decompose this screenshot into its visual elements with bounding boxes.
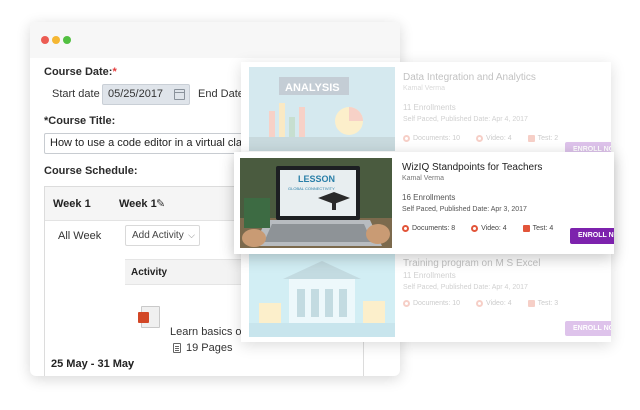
course-stats: Documents: 10 Video: 4 Test: 3 xyxy=(403,300,572,307)
course-card[interactable]: ANALYSIS Data Integration and Analytics … xyxy=(241,62,611,157)
course-stats: Documents: 10 Video: 4 Test: 2 xyxy=(403,135,572,142)
add-activity-dropdown[interactable]: Add Activity ⌵ xyxy=(125,225,200,246)
documents-icon xyxy=(403,135,410,142)
video-icon xyxy=(476,300,484,307)
video-stat: Video: 4 xyxy=(476,135,512,142)
documents-stat: Documents: 10 xyxy=(403,135,460,142)
minimize-dot-icon[interactable] xyxy=(52,36,60,44)
video-stat: Video: 4 xyxy=(476,300,512,307)
video-stat: Video: 4 xyxy=(471,225,507,232)
calendar-icon[interactable] xyxy=(174,89,185,100)
add-activity-label: Add Activity xyxy=(132,230,184,241)
course-published: Self Paced, Published Date: Apr 4, 2017 xyxy=(403,116,528,123)
powerpoint-file-icon xyxy=(138,306,160,328)
course-card[interactable]: Training program on M S Excel 11 Enrollm… xyxy=(241,248,611,342)
course-thumbnail: LESSON GLOBAL CONNECTIVITY xyxy=(240,158,392,248)
maximize-dot-icon[interactable] xyxy=(63,36,71,44)
course-thumbnail: ANALYSIS xyxy=(249,67,395,151)
start-date-label: Start date xyxy=(52,88,100,100)
course-title[interactable]: WizIQ Standpoints for Teachers xyxy=(402,162,542,173)
course-thumbnail xyxy=(249,253,395,337)
test-stat: Test: 3 xyxy=(527,300,558,307)
thumb-text: ANALYSIS xyxy=(285,82,340,94)
screen: Course Date:* Start date 05/25/2017 End … xyxy=(0,0,640,410)
documents-icon xyxy=(403,300,410,307)
test-icon xyxy=(522,225,530,232)
chevron-down-icon[interactable]: ⌄ xyxy=(126,356,135,369)
course-title[interactable]: Data Integration and Analytics xyxy=(403,72,536,83)
enroll-now-button[interactable]: ENROLL NOW xyxy=(565,321,611,336)
course-title-label: *Course Title: xyxy=(44,115,116,127)
documents-stat: Documents: 8 xyxy=(402,225,455,232)
course-date-label: Course Date:* xyxy=(44,66,117,78)
activity-pages: 19 Pages xyxy=(186,342,233,354)
date-range-label[interactable]: 25 May - 31 May xyxy=(51,358,134,370)
course-stats: Documents: 8 Video: 4 Test: 4 xyxy=(402,225,567,232)
chevron-down-icon: ⌵ xyxy=(188,230,195,240)
all-week-label: All Week xyxy=(58,230,102,242)
course-enrollments: 16 Enrollments xyxy=(402,193,456,202)
edit-pencil-icon[interactable]: ✎ xyxy=(156,197,165,210)
course-published: Self Paced, Published Date: Apr 4, 2017 xyxy=(403,284,528,291)
enroll-now-button[interactable]: ENROLL NOW xyxy=(570,228,614,244)
start-date-input[interactable]: 05/25/2017 xyxy=(102,84,190,105)
end-date-label: End Date xyxy=(198,88,244,100)
course-title[interactable]: Training program on M S Excel xyxy=(403,258,540,269)
video-icon xyxy=(476,135,484,142)
close-dot-icon[interactable] xyxy=(41,36,49,44)
course-author: Kamal Verma xyxy=(402,175,445,182)
window-titlebar xyxy=(30,22,400,58)
featured-course-card[interactable]: LESSON GLOBAL CONNECTIVITY WizIQ Standpo… xyxy=(234,152,614,254)
thumb-text: LESSON xyxy=(298,174,335,184)
test-icon xyxy=(527,135,535,142)
activity-header: Activity xyxy=(131,267,168,278)
documents-icon xyxy=(402,225,409,232)
course-enrollments: 11 Enrollments xyxy=(403,103,456,112)
course-enrollments: 11 Enrollments xyxy=(403,271,456,280)
course-published: Self Paced, Published Date: Apr 3, 2017 xyxy=(402,206,527,213)
thumb-subtext: GLOBAL CONNECTIVITY xyxy=(288,186,335,191)
test-stat: Test: 2 xyxy=(527,135,558,142)
course-schedule-label: Course Schedule: xyxy=(44,165,138,177)
video-icon xyxy=(471,225,479,232)
test-icon xyxy=(527,300,535,307)
start-date-value: 05/25/2017 xyxy=(108,88,164,100)
documents-stat: Documents: 10 xyxy=(403,300,460,307)
course-author: Kamal Verma xyxy=(403,85,446,92)
test-stat: Test: 4 xyxy=(522,225,553,232)
document-icon xyxy=(173,343,181,353)
week-name: Week 1 xyxy=(119,198,157,210)
week-column-label: Week 1 xyxy=(53,198,91,210)
